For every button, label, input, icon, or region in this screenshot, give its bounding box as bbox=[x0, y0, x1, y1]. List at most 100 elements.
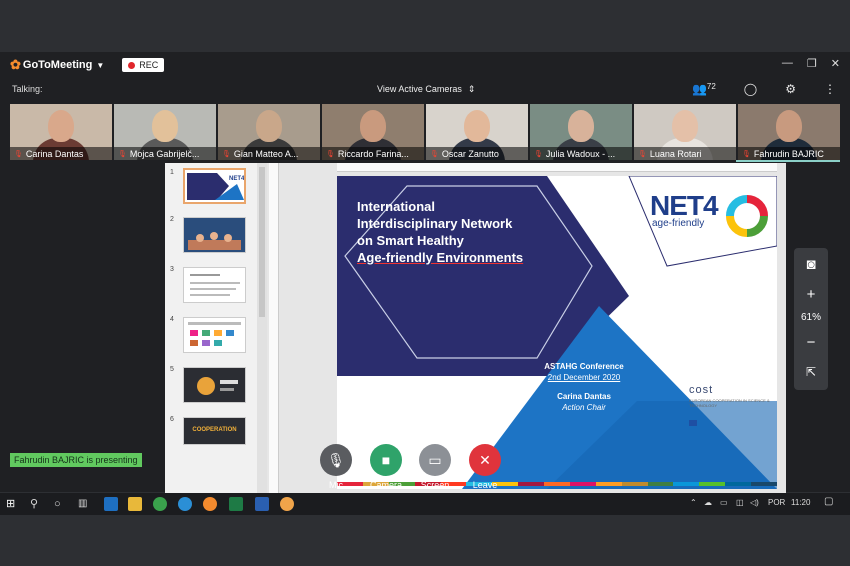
zoom-out-button[interactable]: − bbox=[794, 330, 828, 354]
scrollbar-thumb[interactable] bbox=[259, 167, 265, 317]
attendees-button[interactable]: 👥72 bbox=[692, 82, 716, 96]
participant-video[interactable]: 🎙 Fahrudin BAJRIC bbox=[738, 104, 840, 160]
stripe-segment bbox=[595, 482, 622, 486]
cost-logo: cost bbox=[689, 384, 714, 396]
slide-thumbnail-pane: 1 NET4 2 3 4 5 6 COOPERATION bbox=[165, 163, 257, 497]
language-indicator[interactable]: POR bbox=[768, 498, 785, 507]
participant-face bbox=[672, 110, 698, 142]
title-bar: ✿ GoToMeeting ▼ REC — ❐ ✕ bbox=[0, 52, 850, 78]
slide-canvas: International Interdisciplinary Network … bbox=[337, 176, 777, 489]
stripe-segment bbox=[751, 482, 777, 486]
participant-name-tag: 🎙 Fahrudin BAJRIC bbox=[738, 147, 840, 160]
slide-title: International Interdisciplinary Network … bbox=[357, 198, 567, 266]
word-icon[interactable] bbox=[255, 497, 269, 511]
file-explorer-icon[interactable] bbox=[128, 497, 142, 511]
participant-video[interactable]: 🎙 Mojca Gabrijelč... bbox=[114, 104, 216, 160]
stripe-segment bbox=[569, 482, 596, 486]
slide-number: 2 bbox=[170, 216, 174, 223]
pop-out-icon[interactable]: ⇱ bbox=[794, 360, 828, 384]
people-icon: 👥 bbox=[691, 82, 707, 96]
slide-number: 4 bbox=[170, 316, 174, 323]
participant-name: Gian Matteo A... bbox=[233, 148, 299, 159]
participant-video[interactable]: 🎙 Carina Dantas bbox=[10, 104, 112, 160]
recording-button[interactable]: REC bbox=[122, 58, 165, 72]
zoom-percent: 61% bbox=[800, 312, 821, 323]
rec-label: REC bbox=[139, 60, 159, 70]
mic-muted-icon: 🎙 bbox=[430, 150, 439, 158]
participant-face bbox=[152, 110, 178, 142]
camera-label: Camera bbox=[369, 480, 402, 490]
volume-icon[interactable]: ◁) bbox=[750, 498, 759, 507]
close-icon: ✕ bbox=[469, 444, 501, 476]
presenter-role: Action Chair bbox=[562, 403, 606, 412]
presenter-name: Carina Dantas bbox=[557, 392, 611, 401]
camera-button[interactable]: ■ Camera bbox=[361, 444, 411, 490]
participant-face bbox=[568, 110, 594, 142]
excel-icon[interactable] bbox=[229, 497, 243, 511]
slide-thumbnail[interactable]: NET4 bbox=[183, 168, 246, 204]
firefox-icon[interactable] bbox=[203, 497, 217, 511]
app-menu-button[interactable]: ✿ GoToMeeting ▼ bbox=[10, 57, 104, 73]
network-icon[interactable]: ◫ bbox=[736, 498, 744, 507]
settings-icon[interactable]: ⚙ bbox=[785, 82, 796, 96]
clock[interactable]: 11:20 bbox=[791, 498, 810, 507]
task-view-icon[interactable]: ▥ bbox=[78, 497, 92, 511]
minimize-button[interactable]: — bbox=[782, 57, 793, 70]
mic-muted-icon: 🎙 bbox=[742, 150, 751, 158]
zoom-in-button[interactable]: + bbox=[794, 282, 828, 306]
participant-name-tag: 🎙 Carina Dantas bbox=[10, 147, 112, 160]
view-cameras-dropdown[interactable]: View Active Cameras ⇕ bbox=[377, 84, 475, 95]
attendee-count: 72 bbox=[706, 82, 716, 91]
notifications-icon[interactable]: ▢ bbox=[824, 496, 833, 507]
outlook-icon[interactable] bbox=[104, 497, 118, 511]
cortana-icon[interactable]: ○ bbox=[54, 497, 68, 511]
screen-share-icon: ▭ bbox=[419, 444, 451, 476]
participant-video[interactable]: 🎙 Gian Matteo A... bbox=[218, 104, 320, 160]
edge-icon[interactable] bbox=[178, 497, 192, 511]
show-hidden-icons-icon[interactable]: ⌃ bbox=[690, 498, 697, 507]
mic-muted-icon: 🎙 bbox=[222, 150, 231, 158]
thumbnail-scrollbar[interactable] bbox=[257, 163, 267, 497]
slide-thumbnail[interactable] bbox=[183, 367, 246, 403]
chat-icon[interactable]: ◯ bbox=[744, 82, 757, 96]
slide-thumbnail[interactable] bbox=[183, 267, 246, 303]
conference-name: ASTAHG Conference bbox=[544, 362, 624, 371]
slide-thumbnail[interactable] bbox=[183, 217, 246, 253]
windows-start-icon[interactable]: ⊞ bbox=[6, 497, 20, 511]
mic-muted-icon: 🎙 bbox=[534, 150, 543, 158]
search-icon[interactable]: ⚲ bbox=[30, 497, 44, 511]
mic-button[interactable]: 🎙 Mic bbox=[311, 444, 361, 490]
cost-logo-subtitle: EUROPEAN COOPERATION IN SCIENCE & TECHNO… bbox=[689, 398, 770, 408]
participant-name-tag: 🎙 Gian Matteo A... bbox=[218, 147, 320, 160]
stripe-segment bbox=[544, 482, 570, 486]
slide-title-line: International bbox=[357, 199, 436, 214]
participant-video[interactable]: 🎙 Riccardo Farina... bbox=[322, 104, 424, 160]
svg-text:NET4: NET4 bbox=[229, 176, 244, 182]
mic-label: Mic bbox=[329, 480, 343, 490]
record-dot-icon bbox=[128, 61, 136, 69]
participant-video[interactable]: 🎙 Oscar Zanutto bbox=[426, 104, 528, 160]
participant-name: Oscar Zanutto bbox=[441, 148, 499, 159]
top-right-controls: 👥72 ◯ ⚙ ⋮ bbox=[692, 82, 836, 96]
more-options-icon[interactable]: ⋮ bbox=[824, 82, 836, 96]
net4-logo: NET4 age-friendly bbox=[650, 190, 760, 229]
stripe-segment bbox=[725, 482, 751, 486]
gotomeeting-window: ✿ GoToMeeting ▼ REC — ❐ ✕ Talking: View … bbox=[0, 52, 850, 497]
cloud-icon[interactable]: ☁ bbox=[704, 498, 712, 507]
participant-video[interactable]: 🎙 Julia Wadoux - ... bbox=[530, 104, 632, 160]
slide-thumbnail[interactable] bbox=[183, 317, 246, 353]
participant-face bbox=[776, 110, 802, 142]
camera-icon[interactable]: ◙ bbox=[794, 252, 828, 276]
leave-button[interactable]: ✕ Leave bbox=[460, 444, 510, 490]
restore-button[interactable]: ❐ bbox=[807, 57, 817, 70]
screen-button[interactable]: ▭ Screen bbox=[410, 444, 460, 490]
gotomeeting-taskbar-icon[interactable] bbox=[280, 497, 294, 511]
battery-icon[interactable]: ▭ bbox=[720, 498, 728, 507]
chrome-icon[interactable] bbox=[153, 497, 167, 511]
close-window-button[interactable]: ✕ bbox=[831, 57, 840, 70]
slide-thumbnail[interactable]: COOPERATION bbox=[183, 417, 246, 445]
view-cameras-label: View Active Cameras bbox=[377, 84, 462, 94]
slide-thumbnail-text: COOPERATION bbox=[192, 427, 237, 433]
participant-name-tag: 🎙 Oscar Zanutto bbox=[426, 147, 528, 160]
participant-video[interactable]: 🎙 Luana Rotari bbox=[634, 104, 736, 160]
